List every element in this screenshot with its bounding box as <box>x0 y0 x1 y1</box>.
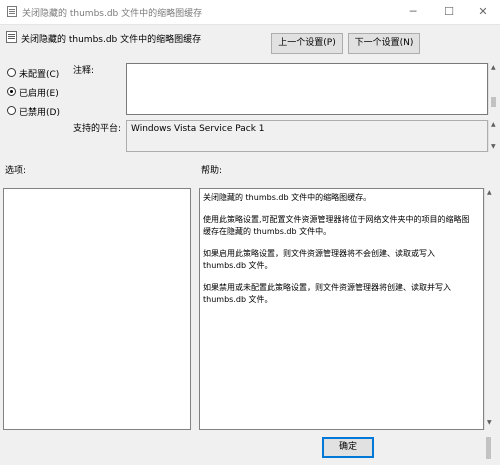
setting-icon <box>6 31 17 43</box>
comment-field[interactable] <box>126 63 488 115</box>
ok-button[interactable]: 确定 <box>322 437 374 458</box>
platform-scrollbar[interactable]: ▲ ▼ <box>488 120 498 152</box>
radio-circle[interactable] <box>7 68 16 77</box>
scroll-up-icon[interactable]: ▲ <box>491 122 496 128</box>
help-paragraph: 使用此策略设置,可配置文件资源管理器将位于网络文件夹中的项目的缩略图缓存在隐藏的… <box>203 215 470 236</box>
window-title: 关闭隐藏的 thumbs.db 文件中的缩略图缓存 <box>22 9 203 19</box>
help-text: 关闭隐藏的 thumbs.db 文件中的缩略图缓存。 使用此策略设置,可配置文件… <box>203 192 475 316</box>
help-scrollbar[interactable]: ▲ ▼ <box>484 188 494 430</box>
options-label: 选项: <box>5 166 27 176</box>
radio-label: 已禁用(D) <box>19 108 60 118</box>
setting-title: 关闭隐藏的 thumbs.db 文件中的缩略图缓存 <box>21 35 202 45</box>
help-label: 帮助: <box>201 166 223 176</box>
help-paragraph: 关闭隐藏的 thumbs.db 文件中的缩略图缓存。 <box>203 193 372 202</box>
scroll-thumb[interactable] <box>486 437 491 459</box>
scroll-up-icon[interactable]: ▲ <box>487 190 492 196</box>
policy-icon <box>7 6 17 17</box>
close-button[interactable]: ✕ <box>466 0 500 24</box>
title-bar: 关闭隐藏的 thumbs.db 文件中的缩略图缓存 ─ ☐ ✕ <box>0 0 500 25</box>
maximize-button[interactable]: ☐ <box>432 0 466 24</box>
platform-value: Windows Vista Service Pack 1 <box>131 124 265 134</box>
scroll-up-icon[interactable]: ▲ <box>491 65 496 71</box>
scroll-down-icon[interactable]: ▼ <box>487 420 492 426</box>
radio-label: 未配置(C) <box>19 70 60 80</box>
comment-label: 注释: <box>73 66 95 76</box>
help-panel[interactable]: 关闭隐藏的 thumbs.db 文件中的缩略图缓存。 使用此策略设置,可配置文件… <box>199 188 484 430</box>
minimize-button[interactable]: ─ <box>396 0 430 24</box>
platform-label: 支持的平台: <box>73 124 122 134</box>
previous-setting-button[interactable]: 上一个设置(P) <box>271 33 343 54</box>
options-panel[interactable] <box>3 188 191 430</box>
next-setting-button[interactable]: 下一个设置(N) <box>348 33 420 54</box>
radio-circle[interactable] <box>7 87 16 96</box>
help-paragraph: 如果禁用或未配置此策略设置，则文件资源管理器将创建、读取并写入 thumbs.d… <box>203 283 451 304</box>
comment-scrollbar[interactable]: ▲ <box>488 63 498 115</box>
footer-scrollbar[interactable] <box>484 437 494 459</box>
scroll-down-icon[interactable]: ▼ <box>491 144 496 150</box>
platform-field: Windows Vista Service Pack 1 <box>126 120 488 152</box>
help-paragraph: 如果启用此策略设置，则文件资源管理器将不会创建、读取或写入 thumbs.db … <box>203 249 435 270</box>
radio-circle[interactable] <box>7 106 16 115</box>
radio-label: 已启用(E) <box>19 89 59 99</box>
scroll-thumb[interactable] <box>491 97 496 107</box>
